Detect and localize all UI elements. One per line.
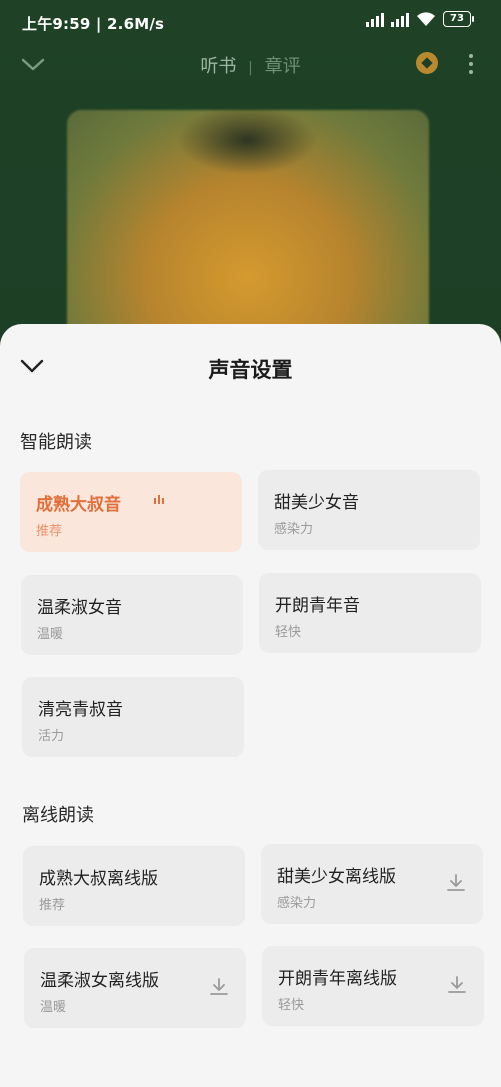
- voice-desc: 轻快: [278, 998, 305, 1013]
- voice-desc: 轻快: [275, 625, 302, 640]
- voice-card-clear-uncle[interactable]: 清亮青叔音 活力: [22, 677, 244, 757]
- player-header: 听书 | 章评: [0, 44, 501, 88]
- sheet-header: 声音设置: [0, 324, 501, 412]
- voice-name: 温柔淑女音: [37, 598, 122, 618]
- voice-name: 开朗青年音: [275, 596, 360, 616]
- book-cover: [67, 110, 429, 350]
- voice-card-mature-uncle[interactable]: 成熟大叔音 推荐: [20, 472, 242, 552]
- voice-desc: 温暖: [40, 1000, 67, 1015]
- voice-name: 甜美少女离线版: [277, 867, 396, 887]
- tab-chapter-comments[interactable]: 章评: [265, 56, 301, 77]
- voice-name: 开朗青年离线版: [278, 969, 397, 989]
- offline-voice-card-gentle-lady[interactable]: 温柔淑女离线版 温暖: [24, 948, 246, 1028]
- offline-voice-card-cheerful-youth[interactable]: 开朗青年离线版 轻快: [262, 946, 484, 1026]
- status-icons: 73: [366, 11, 474, 27]
- offline-voice-card-sweet-girl[interactable]: 甜美少女离线版 感染力: [261, 844, 483, 924]
- voice-desc: 推荐: [39, 898, 66, 913]
- wifi-icon: [417, 12, 435, 26]
- download-icon[interactable]: [445, 872, 467, 894]
- voice-card-cheerful-youth[interactable]: 开朗青年音 轻快: [259, 573, 481, 653]
- voice-desc: 推荐: [36, 524, 63, 539]
- tab-listen[interactable]: 听书: [200, 56, 236, 77]
- download-icon[interactable]: [208, 976, 230, 998]
- voice-desc: 感染力: [274, 522, 314, 537]
- voice-card-sweet-girl[interactable]: 甜美少女音 感染力: [258, 470, 480, 550]
- section-title-smart: 智能朗读: [20, 432, 92, 453]
- status-bar: 上午9:59 | 2.6M/s 73: [0, 0, 501, 44]
- voice-desc: 感染力: [277, 896, 317, 911]
- voice-card-gentle-lady[interactable]: 温柔淑女音 温暖: [21, 575, 243, 655]
- voice-name: 清亮青叔音: [38, 700, 123, 720]
- section-title-offline: 离线朗读: [22, 805, 94, 826]
- voice-name: 成熟大叔音: [36, 495, 121, 515]
- battery-icon: 73: [443, 11, 474, 27]
- playing-icon: [154, 494, 164, 504]
- coin-icon[interactable]: [416, 52, 438, 74]
- status-time: 上午9:59 | 2.6M/s: [22, 15, 165, 33]
- voice-name: 甜美少女音: [274, 493, 359, 513]
- voice-desc: 温暖: [37, 627, 64, 642]
- voice-settings-sheet: 声音设置 智能朗读 成熟大叔音 推荐 甜美少女音 感染力 温柔淑女音 温暖 开朗…: [0, 324, 501, 1087]
- voice-desc: 活力: [38, 729, 65, 744]
- sheet-title: 声音设置: [208, 358, 293, 382]
- offline-voice-card-mature-uncle[interactable]: 成熟大叔离线版 推荐: [23, 846, 245, 926]
- voice-name: 成熟大叔离线版: [39, 869, 158, 889]
- signal-icon: [366, 11, 384, 27]
- voice-name: 温柔淑女离线版: [40, 971, 159, 991]
- tab-separator: |: [248, 60, 253, 76]
- download-icon[interactable]: [446, 974, 468, 996]
- signal-hd-icon: [391, 11, 409, 27]
- more-icon[interactable]: [466, 50, 476, 78]
- player-background: 上午9:59 | 2.6M/s 73 听书 | 章评: [0, 0, 501, 360]
